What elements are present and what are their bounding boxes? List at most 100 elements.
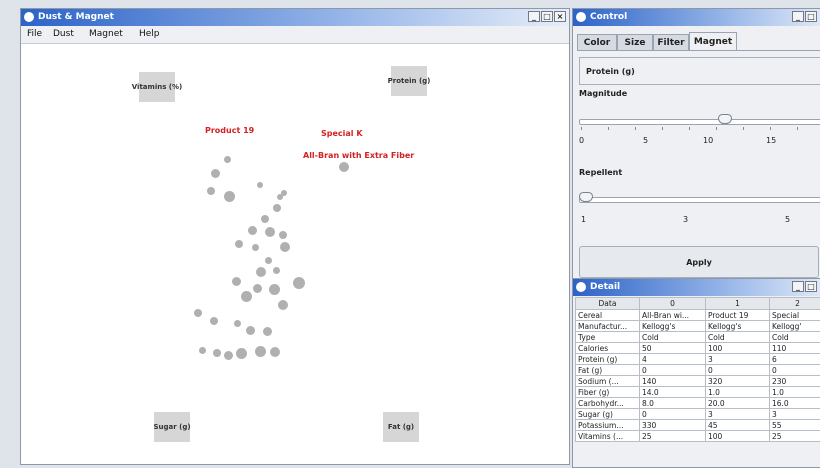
dust-particle[interactable] bbox=[270, 347, 280, 357]
dust-particle[interactable] bbox=[293, 277, 305, 289]
column-header[interactable]: 1 bbox=[706, 298, 770, 310]
table-cell[interactable]: Kellogg's bbox=[706, 321, 770, 332]
dust-particle[interactable] bbox=[194, 309, 202, 317]
control-maximize-button[interactable]: □ bbox=[805, 11, 817, 22]
control-minimize-button[interactable]: _ bbox=[792, 11, 804, 22]
dust-particle[interactable] bbox=[278, 300, 288, 310]
row-header-cell[interactable]: Fiber (g) bbox=[576, 387, 640, 398]
dust-particle[interactable] bbox=[234, 320, 241, 327]
table-cell[interactable]: Cold bbox=[706, 332, 770, 343]
dust-particle[interactable] bbox=[273, 204, 281, 212]
table-cell[interactable]: 16.0 bbox=[770, 398, 820, 409]
table-cell[interactable]: 4 bbox=[640, 354, 706, 365]
menu-magnet[interactable]: Magnet bbox=[89, 29, 123, 39]
dust-particle[interactable] bbox=[265, 227, 275, 237]
table-cell[interactable]: 230 bbox=[770, 376, 820, 387]
table-cell[interactable]: 50 bbox=[640, 343, 706, 354]
table-cell[interactable]: 110 bbox=[770, 343, 820, 354]
table-cell[interactable]: 3 bbox=[706, 409, 770, 420]
dust-particle[interactable] bbox=[265, 257, 272, 264]
detail-minimize-button[interactable]: _ bbox=[792, 281, 804, 292]
dust-particle[interactable] bbox=[339, 162, 349, 172]
apply-button[interactable]: Apply bbox=[579, 246, 819, 278]
row-header-cell[interactable]: Manufactur... bbox=[576, 321, 640, 332]
maximize-button[interactable]: □ bbox=[541, 11, 553, 22]
repellent-slider-thumb[interactable] bbox=[579, 192, 593, 202]
dust-particle[interactable] bbox=[224, 191, 235, 202]
magnet-select[interactable]: Protein (g) bbox=[579, 57, 820, 85]
dust-particle[interactable] bbox=[235, 240, 243, 248]
table-cell[interactable]: Product 19 bbox=[706, 310, 770, 321]
dust-particle[interactable] bbox=[269, 284, 280, 295]
magnitude-slider-track[interactable] bbox=[579, 119, 820, 125]
dust-particle[interactable] bbox=[263, 327, 272, 336]
table-cell[interactable]: 8.0 bbox=[640, 398, 706, 409]
dust-particle[interactable] bbox=[213, 349, 221, 357]
table-cell[interactable]: 100 bbox=[706, 343, 770, 354]
table-cell[interactable]: 6 bbox=[770, 354, 820, 365]
table-cell[interactable]: Cold bbox=[770, 332, 820, 343]
table-cell[interactable]: 25 bbox=[640, 431, 706, 442]
table-cell[interactable]: 0 bbox=[770, 365, 820, 376]
dust-particle[interactable] bbox=[207, 187, 215, 195]
table-cell[interactable]: 25 bbox=[770, 431, 820, 442]
table-cell[interactable]: 330 bbox=[640, 420, 706, 431]
column-header[interactable]: 0 bbox=[640, 298, 706, 310]
table-cell[interactable]: 55 bbox=[770, 420, 820, 431]
table-cell[interactable]: 45 bbox=[706, 420, 770, 431]
table-cell[interactable]: Kellogg' bbox=[770, 321, 820, 332]
dust-particle[interactable] bbox=[253, 284, 262, 293]
dust-particle[interactable] bbox=[224, 156, 231, 163]
dust-particle[interactable] bbox=[199, 347, 206, 354]
magnet-protein[interactable]: Protein (g) bbox=[391, 66, 427, 96]
menu-help[interactable]: Help bbox=[139, 29, 160, 39]
dust-particle[interactable] bbox=[236, 348, 247, 359]
repellent-slider-track[interactable] bbox=[579, 197, 820, 203]
tab-magnet[interactable]: Magnet bbox=[689, 32, 737, 50]
row-header-cell[interactable]: Fat (g) bbox=[576, 365, 640, 376]
row-header-cell[interactable]: Protein (g) bbox=[576, 354, 640, 365]
tab-color[interactable]: Color bbox=[577, 34, 617, 50]
dust-particle[interactable] bbox=[261, 215, 269, 223]
row-header-cell[interactable]: Cereal bbox=[576, 310, 640, 321]
table-cell[interactable]: 3 bbox=[770, 409, 820, 420]
dust-particle[interactable] bbox=[246, 326, 255, 335]
column-header[interactable]: Data bbox=[576, 298, 640, 310]
dust-particle[interactable] bbox=[281, 190, 287, 196]
row-header-cell[interactable]: Calories bbox=[576, 343, 640, 354]
table-cell[interactable]: All-Bran wi... bbox=[640, 310, 706, 321]
main-title-bar[interactable]: Dust & Magnet _ □ × bbox=[21, 9, 569, 26]
dust-particle[interactable] bbox=[248, 226, 257, 235]
magnet-sugar[interactable]: Sugar (g) bbox=[154, 412, 190, 442]
table-cell[interactable]: Special bbox=[770, 310, 820, 321]
row-header-cell[interactable]: Sugar (g) bbox=[576, 409, 640, 420]
menu-dust[interactable]: Dust bbox=[53, 29, 74, 39]
dust-particle[interactable] bbox=[256, 267, 266, 277]
magnet-vitamins[interactable]: Vitamins (%) bbox=[139, 72, 175, 102]
dust-particle[interactable] bbox=[241, 291, 252, 302]
table-cell[interactable]: 0 bbox=[640, 365, 706, 376]
dust-particle[interactable] bbox=[273, 267, 280, 274]
close-button[interactable]: × bbox=[554, 11, 566, 22]
dust-particle[interactable] bbox=[232, 277, 241, 286]
dust-particle[interactable] bbox=[279, 231, 287, 239]
row-header-cell[interactable]: Potassium... bbox=[576, 420, 640, 431]
dust-particle[interactable] bbox=[280, 242, 290, 252]
detail-title-bar[interactable]: Detail _ □ bbox=[573, 279, 820, 296]
menu-file[interactable]: File bbox=[27, 29, 42, 39]
row-header-cell[interactable]: Sodium (... bbox=[576, 376, 640, 387]
table-cell[interactable]: Cold bbox=[640, 332, 706, 343]
magnitude-slider-thumb[interactable] bbox=[718, 114, 732, 124]
dust-particle[interactable] bbox=[252, 244, 259, 251]
dust-particle[interactable] bbox=[224, 351, 233, 360]
minimize-button[interactable]: _ bbox=[528, 11, 540, 22]
control-title-bar[interactable]: Control _ □ bbox=[573, 9, 820, 26]
table-cell[interactable]: 3 bbox=[706, 354, 770, 365]
row-header-cell[interactable]: Type bbox=[576, 332, 640, 343]
column-header[interactable]: 2 bbox=[770, 298, 820, 310]
row-header-cell[interactable]: Vitamins (... bbox=[576, 431, 640, 442]
table-cell[interactable]: 1.0 bbox=[706, 387, 770, 398]
dust-particle[interactable] bbox=[255, 346, 266, 357]
table-cell[interactable]: Kellogg's bbox=[640, 321, 706, 332]
tab-filter[interactable]: Filter bbox=[653, 34, 689, 50]
